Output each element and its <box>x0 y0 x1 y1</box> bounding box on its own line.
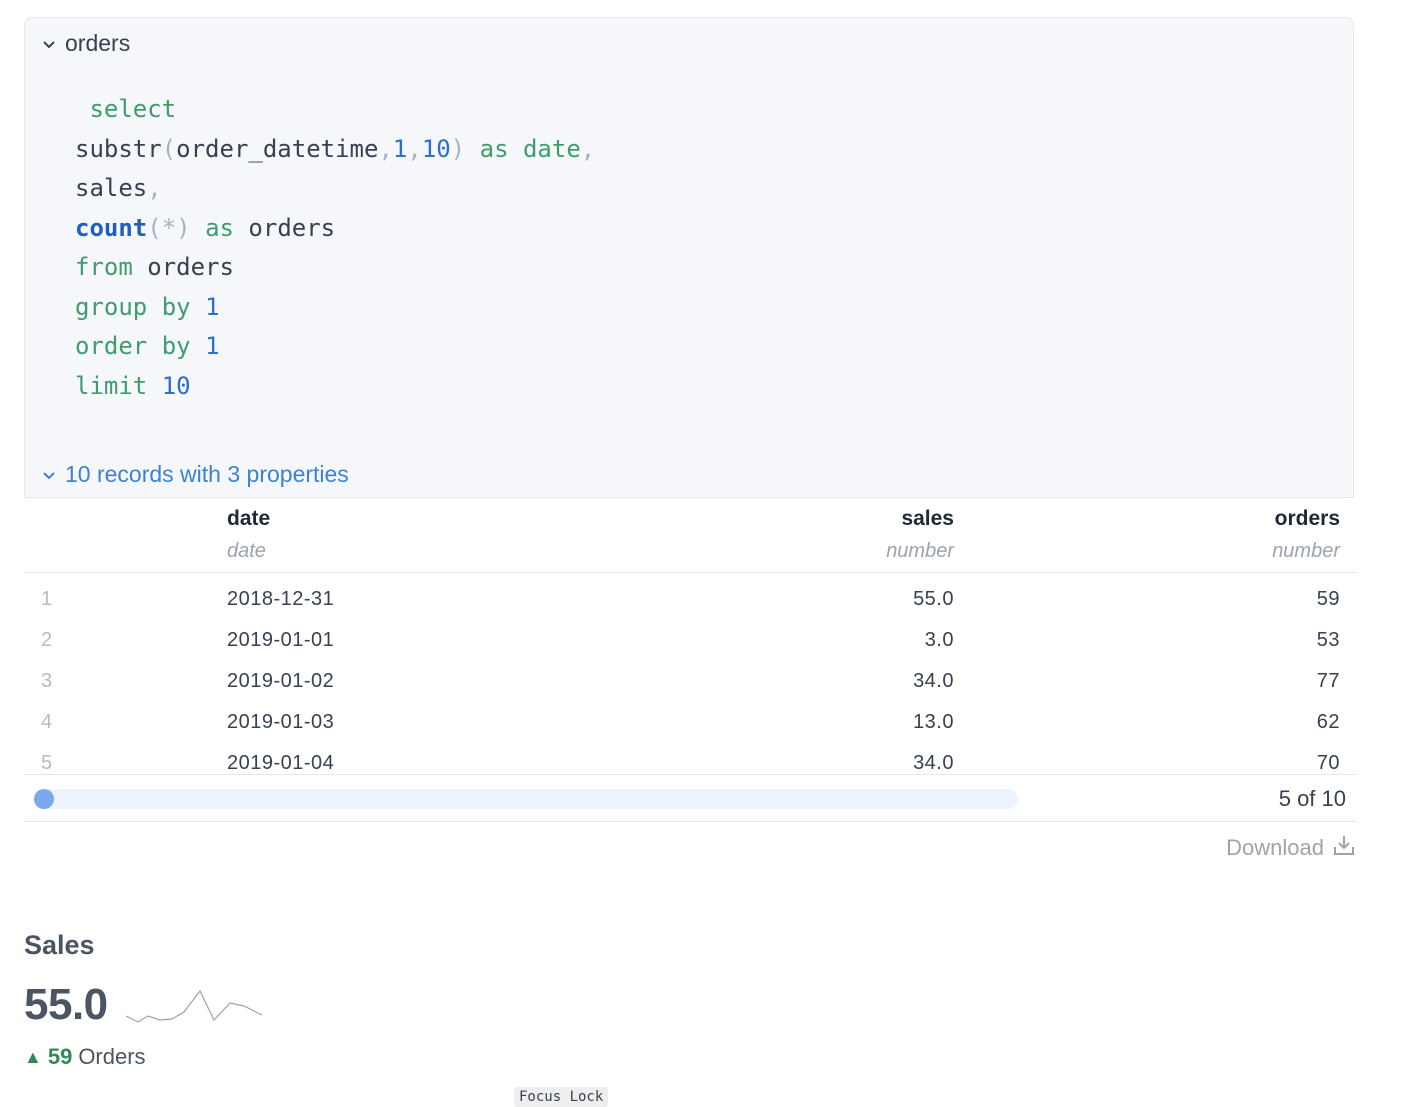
cell-sales: 3.0 <box>924 629 954 651</box>
focus-lock-label: Focus Lock <box>514 1087 609 1107</box>
column-type-row: date number number <box>24 534 1356 573</box>
cell-sales: 34.0 <box>913 670 954 692</box>
cell-date: 2019-01-03 <box>227 711 335 733</box>
chevron-down-icon <box>39 34 59 54</box>
cell-sales: 13.0 <box>913 711 954 733</box>
table-row: 4 2019-01-03 13.0 62 <box>24 702 1356 743</box>
delta-label: Orders <box>78 1044 146 1069</box>
row-number: 2 <box>41 629 53 651</box>
cell-date: 2019-01-02 <box>227 670 335 692</box>
delta-value: 59 <box>47 1044 73 1069</box>
column-type-orders: number <box>970 534 1356 573</box>
cell-date: 2019-01-01 <box>227 629 335 651</box>
pagination-bar: 5 of 10 <box>24 774 1356 822</box>
download-icon <box>1332 833 1356 863</box>
table-header-row: date sales orders <box>24 498 1356 534</box>
row-number-header <box>24 498 227 534</box>
row-number: 1 <box>41 588 53 610</box>
page-slider[interactable] <box>34 789 1018 809</box>
page-count: 5 of 10 <box>1278 786 1346 811</box>
download-button[interactable]: Download <box>1226 833 1356 863</box>
big-value: 55.0 <box>24 980 108 1029</box>
row-number: 4 <box>41 711 53 733</box>
big-value-delta: ▲ 59 Orders <box>24 1044 146 1070</box>
download-label: Download <box>1226 835 1324 860</box>
column-header-date[interactable]: date <box>227 498 569 534</box>
table-row: 2 2019-01-01 3.0 53 <box>24 620 1356 661</box>
page-slider-thumb[interactable] <box>34 789 54 809</box>
column-header-orders[interactable]: orders <box>970 498 1356 534</box>
cell-orders: 62 <box>1316 711 1340 733</box>
records-summary: 10 records with 3 properties <box>65 461 349 487</box>
row-number: 3 <box>41 670 53 692</box>
table-row: 3 2019-01-02 34.0 77 <box>24 661 1356 702</box>
cell-orders: 77 <box>1316 670 1340 692</box>
sales-sparkline <box>126 989 263 1023</box>
chevron-down-icon <box>39 465 59 485</box>
column-header-sales[interactable]: sales <box>569 498 970 534</box>
cell-orders: 53 <box>1316 629 1340 651</box>
triangle-up-icon: ▲ <box>24 1046 42 1067</box>
column-type-sales: number <box>569 534 970 573</box>
results-table: date sales orders date number number 1 2… <box>24 498 1356 784</box>
query-name: orders <box>65 30 131 56</box>
big-value-title: Sales <box>24 930 95 960</box>
table-row: 1 2018-12-31 55.0 59 <box>24 573 1356 621</box>
cell-date: 2018-12-31 <box>227 588 335 610</box>
records-toggle[interactable]: 10 records with 3 properties <box>39 461 349 488</box>
query-toggle[interactable]: orders <box>39 30 130 57</box>
query-card: orders select substr(order_datetime,1,10… <box>24 17 1354 498</box>
column-type-date: date <box>227 534 569 573</box>
sql-code: select substr(order_datetime,1,10) as da… <box>75 95 596 400</box>
cell-sales: 55.0 <box>913 588 954 610</box>
cell-orders: 59 <box>1316 588 1340 610</box>
